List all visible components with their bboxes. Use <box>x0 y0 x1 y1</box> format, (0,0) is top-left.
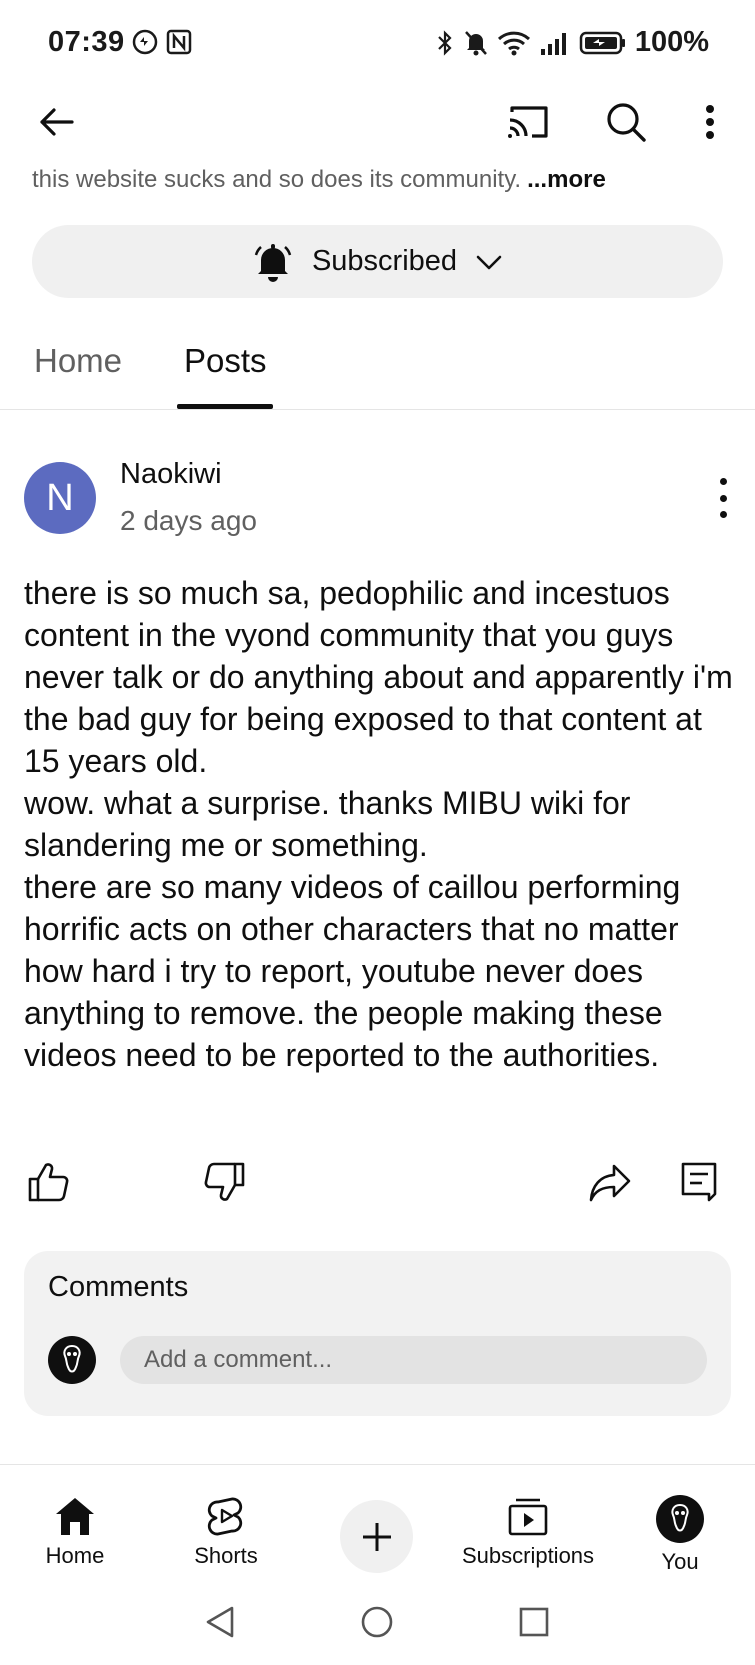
back-triangle-icon <box>206 1606 234 1638</box>
comment-icon <box>681 1162 717 1202</box>
avatar-icon <box>671 1503 689 1532</box>
post-timestamp: 2 days ago <box>120 505 257 536</box>
avatar <box>48 1336 96 1384</box>
share-icon <box>589 1164 631 1202</box>
nav-shorts[interactable]: Shorts <box>188 1495 264 1569</box>
dislike-icon <box>204 1162 245 1201</box>
post-body: there is so much sa, pedophilic and ince… <box>24 572 734 1076</box>
more-vert-icon <box>719 478 727 485</box>
more-options-button[interactable] <box>694 98 726 146</box>
battery-percentage: 100% <box>634 26 709 58</box>
recents-square-icon <box>519 1607 549 1637</box>
search-icon <box>607 103 646 142</box>
more-vert-icon <box>706 105 714 139</box>
nav-subscriptions[interactable]: Subscriptions <box>461 1495 595 1569</box>
tab-posts[interactable]: Posts <box>184 342 267 380</box>
post-paragraph: there is so much sa, pedophilic and ince… <box>24 575 733 779</box>
create-button[interactable] <box>340 1500 413 1573</box>
status-right-icons: 100% <box>435 26 709 59</box>
search-button[interactable] <box>602 98 650 146</box>
system-recents-button[interactable] <box>516 1604 552 1640</box>
bottom-navigation: Home Shorts Subscriptions You <box>0 1465 755 1585</box>
nav-you[interactable]: You <box>656 1495 704 1575</box>
nav-label-subscriptions: Subscriptions <box>461 1543 595 1568</box>
home-circle-icon <box>361 1606 393 1638</box>
comments-title: Comments <box>48 1271 189 1303</box>
battery-saver-icon <box>579 31 625 54</box>
post-paragraph: wow. what a surprise. thanks MIBU wiki f… <box>24 785 631 863</box>
active-tab-indicator <box>177 404 273 409</box>
shorts-icon <box>207 1497 243 1536</box>
status-time: 07:39 <box>48 26 125 58</box>
channel-tabs: Home Posts <box>0 330 755 410</box>
nav-home[interactable]: Home <box>40 1495 110 1569</box>
silent-bell-icon <box>464 30 487 55</box>
status-bar: 07:39 100% <box>0 0 755 88</box>
post-author-name[interactable]: Naokiwi <box>120 458 222 491</box>
top-app-bar <box>0 92 755 156</box>
share-button[interactable] <box>586 1158 634 1206</box>
system-home-button[interactable] <box>359 1604 395 1640</box>
nav-label-shorts: Shorts <box>194 1543 258 1568</box>
nav-label-home: Home <box>45 1543 105 1568</box>
subscribed-label: Subscribed <box>311 245 458 277</box>
tab-home[interactable]: Home <box>34 342 122 380</box>
like-button[interactable] <box>24 1158 72 1206</box>
post-more-button[interactable] <box>711 478 735 518</box>
system-navigation-bar <box>0 1590 755 1665</box>
subscriptions-icon <box>508 1498 548 1536</box>
comments-card[interactable]: Comments <box>24 1251 731 1416</box>
cast-button[interactable] <box>504 98 552 146</box>
post-action-row <box>0 1156 755 1208</box>
home-icon <box>56 1498 94 1535</box>
back-arrow-icon <box>40 108 74 136</box>
signal-icon <box>540 32 566 55</box>
create-plus-icon <box>362 1522 391 1551</box>
post-paragraph: there are so many videos of caillou perf… <box>24 869 681 1073</box>
nfc-icon <box>166 29 192 55</box>
notification-bell-icon <box>254 243 292 282</box>
dislike-button[interactable] <box>201 1158 249 1206</box>
system-back-button[interactable] <box>202 1604 238 1640</box>
avatar <box>656 1495 704 1543</box>
channel-description-text: this website sucks and so does its commu… <box>32 166 522 193</box>
back-button[interactable] <box>32 98 80 146</box>
comment-button[interactable] <box>675 1158 723 1206</box>
post-author-avatar[interactable]: N <box>24 462 96 534</box>
avatar-icon <box>63 1344 81 1373</box>
add-comment-input[interactable] <box>120 1336 707 1384</box>
cast-icon <box>508 106 548 138</box>
chevron-down-icon <box>476 255 502 269</box>
nav-label-you: You <box>661 1549 699 1574</box>
status-left-icons <box>131 28 193 56</box>
channel-description: this website sucks and so does its commu… <box>32 166 606 194</box>
more-link[interactable]: ...more <box>527 166 606 193</box>
like-icon <box>28 1163 69 1202</box>
auto-sync-icon <box>132 29 158 55</box>
subscribed-button[interactable]: Subscribed <box>32 225 723 298</box>
bluetooth-icon <box>438 29 452 56</box>
wifi-icon <box>497 31 530 55</box>
